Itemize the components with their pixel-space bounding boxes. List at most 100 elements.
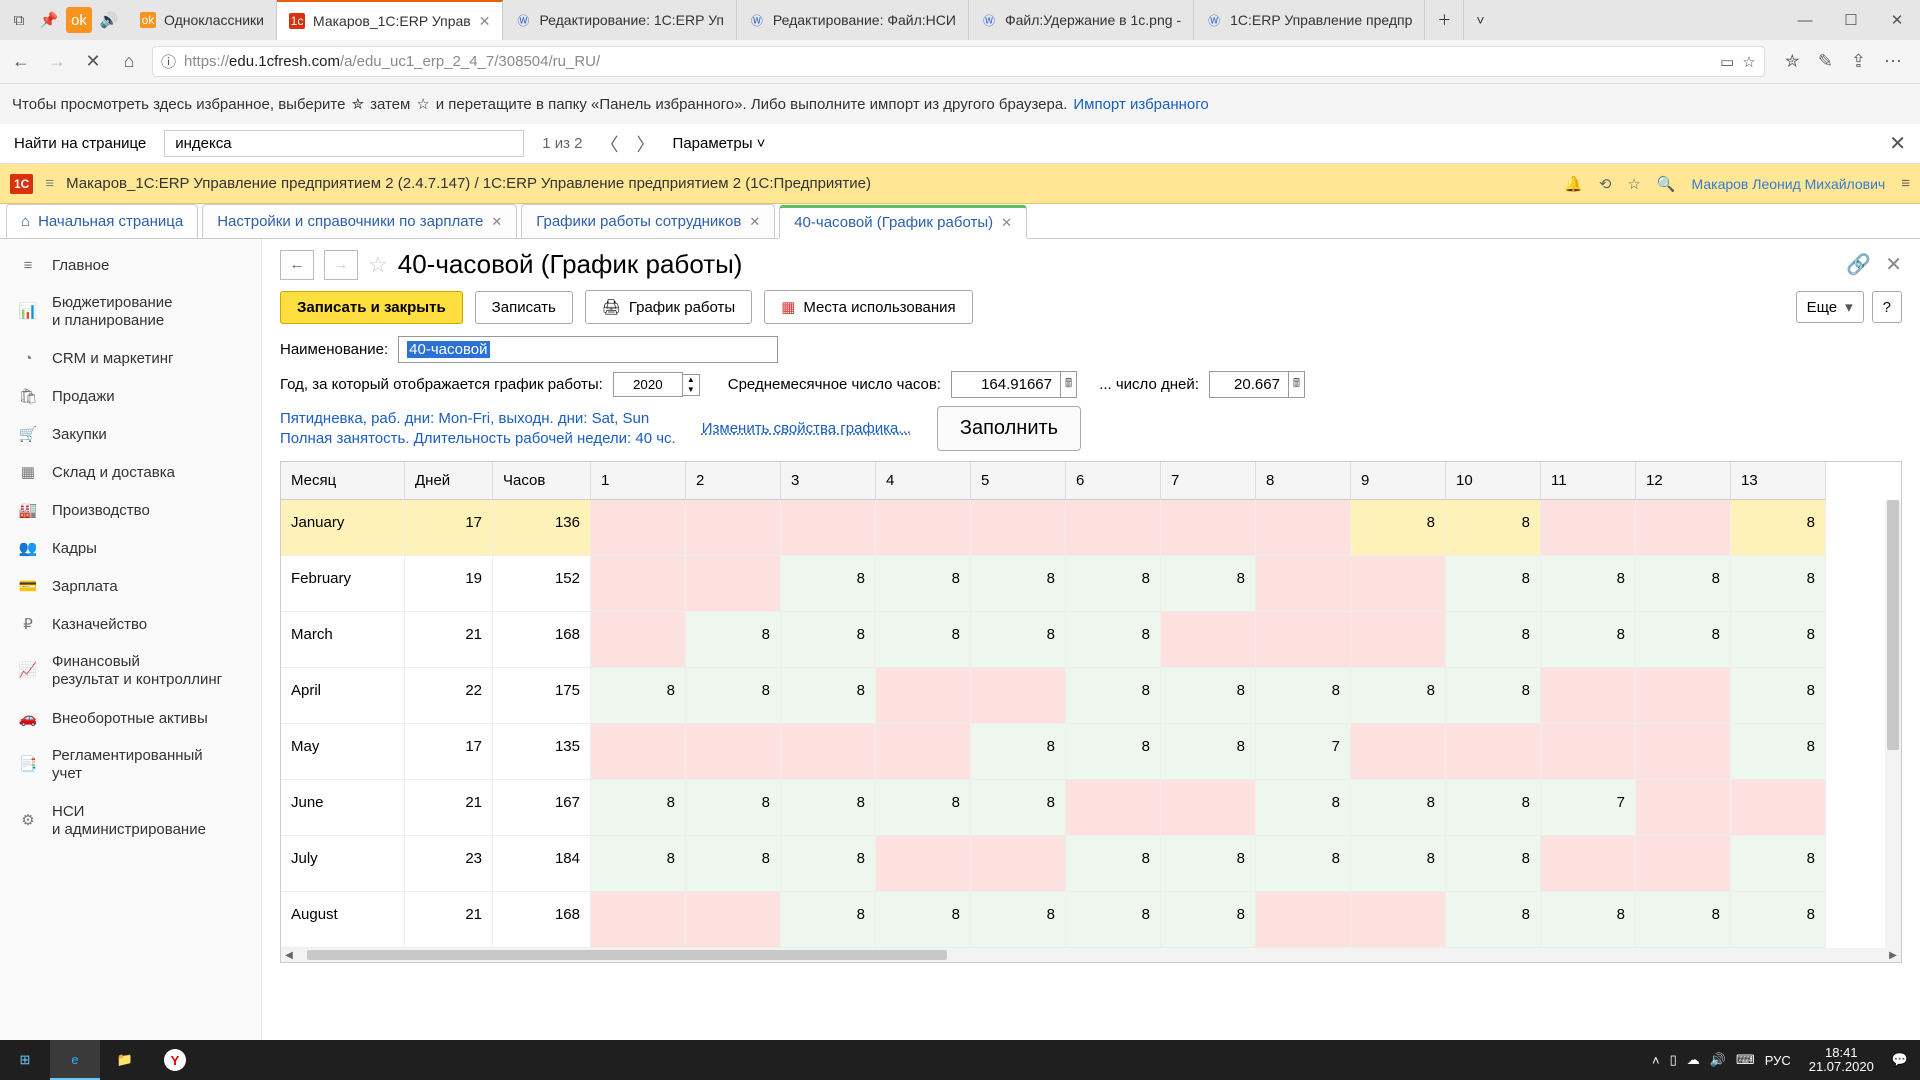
horizontal-scrollbar[interactable]: ◀ ▶ (281, 948, 1901, 962)
close-icon[interactable]: ✕ (749, 214, 760, 230)
grid-header[interactable]: Часов (493, 462, 591, 500)
find-next[interactable]: 〉 (637, 131, 655, 157)
grid-cell[interactable]: 21 (405, 892, 493, 948)
grid-cell[interactable]: 8 (1446, 668, 1541, 724)
win-close-icon[interactable]: ✕ (1874, 0, 1920, 40)
grid-cell[interactable]: 8 (1066, 612, 1161, 668)
grid-cell[interactable]: 21 (405, 780, 493, 836)
grid-cell[interactable]: 8 (971, 780, 1066, 836)
grid-cell[interactable]: March (281, 612, 405, 668)
browser-tab[interactable]: Ⓦ1С:ERP Управление предпр (1194, 0, 1425, 40)
grid-cell[interactable] (1351, 892, 1446, 948)
calc2-icon[interactable]: 🖩 (1289, 371, 1305, 398)
grid-cell[interactable]: 8 (1161, 724, 1256, 780)
grid-cell[interactable]: 184 (493, 836, 591, 892)
grid-cell[interactable]: 8 (876, 892, 971, 948)
menu-icon[interactable]: ≡ (45, 175, 54, 192)
grid-cell[interactable] (1066, 780, 1161, 836)
form-tab[interactable]: Графики работы сотрудников ✕ (521, 204, 775, 238)
year-spinner[interactable]: ▲▼ (683, 374, 700, 396)
grid-cell[interactable] (1351, 612, 1446, 668)
sidebar-item[interactable]: ⚙НСИи администрирование (0, 793, 261, 849)
help-button[interactable]: ? (1872, 291, 1902, 323)
grid-cell[interactable] (1636, 500, 1731, 556)
grid-cell[interactable] (686, 500, 781, 556)
grid-cell[interactable]: 8 (971, 556, 1066, 612)
favorites-icon[interactable]: ✮ (1785, 51, 1800, 72)
grid-cell[interactable] (1066, 500, 1161, 556)
explorer-icon[interactable]: 📁 (100, 1040, 150, 1080)
grid-cell[interactable]: 8 (876, 612, 971, 668)
grid-cell[interactable] (686, 892, 781, 948)
grid-cell[interactable] (686, 724, 781, 780)
close-icon[interactable]: ✕ (491, 214, 502, 230)
tabs-dropdown[interactable]: ˅ (1464, 0, 1496, 40)
grid-cell[interactable] (1636, 780, 1731, 836)
grid-cell[interactable]: 8 (1731, 612, 1826, 668)
sidebar-item[interactable]: ₽Казначейство (0, 605, 261, 643)
grid-header[interactable]: Дней (405, 462, 493, 500)
sidebar-item[interactable]: 🚗Внеоборотные активы (0, 699, 261, 737)
grid-cell[interactable]: 8 (591, 668, 686, 724)
grid-cell[interactable]: 167 (493, 780, 591, 836)
grid-cell[interactable]: 8 (781, 892, 876, 948)
grid-header[interactable]: 12 (1636, 462, 1731, 500)
browser-tab[interactable]: 1cМакаров_1С:ERP Управ✕ (277, 0, 503, 40)
calc-icon[interactable]: 🖩 (1061, 371, 1077, 398)
grid-cell[interactable]: 8 (1066, 668, 1161, 724)
browser-tab[interactable]: ⓌФайл:Удержание в 1с.png - (969, 0, 1194, 40)
grid-cell[interactable] (686, 556, 781, 612)
grid-cell[interactable] (1541, 668, 1636, 724)
search-icon[interactable]: 🔍 (1657, 175, 1676, 193)
grid-cell[interactable]: 22 (405, 668, 493, 724)
grid-cell[interactable] (1161, 500, 1256, 556)
bookmark-star-icon[interactable]: ☆ (1742, 53, 1755, 71)
grid-cell[interactable] (1446, 724, 1541, 780)
link-icon[interactable]: 🔗 (1846, 252, 1871, 277)
grid-cell[interactable]: 8 (686, 612, 781, 668)
grid-cell[interactable]: 8 (971, 724, 1066, 780)
grid-cell[interactable] (1541, 724, 1636, 780)
grid-cell[interactable] (876, 836, 971, 892)
grid-cell[interactable]: 8 (1541, 892, 1636, 948)
grid-cell[interactable]: 8 (1446, 500, 1541, 556)
nav-back[interactable]: ← (280, 250, 314, 280)
grid-cell[interactable]: 8 (591, 836, 686, 892)
grid-cell[interactable]: 8 (1541, 612, 1636, 668)
grid-cell[interactable]: 8 (1351, 500, 1446, 556)
grid-cell[interactable] (1541, 836, 1636, 892)
grid-cell[interactable]: 8 (1066, 836, 1161, 892)
edge-icon[interactable]: e (50, 1040, 100, 1080)
grid-cell[interactable]: 8 (876, 780, 971, 836)
form-tab[interactable]: ⌂Начальная страница (6, 204, 198, 238)
page-close-icon[interactable]: ✕ (1885, 252, 1902, 277)
sound-icon[interactable]: 🔊 (96, 7, 122, 33)
star-icon[interactable]: ☆ (1627, 175, 1640, 193)
grid-cell[interactable]: 8 (781, 556, 876, 612)
grid-cell[interactable] (876, 724, 971, 780)
grid-cell[interactable]: August (281, 892, 405, 948)
grid-cell[interactable]: 8 (1446, 556, 1541, 612)
grid-header[interactable]: 10 (1446, 462, 1541, 500)
grid-cell[interactable]: 8 (686, 780, 781, 836)
sidebar-item[interactable]: 📊Бюджетированиеи планирование (0, 284, 261, 340)
more-button[interactable]: Еще (1796, 291, 1864, 323)
grid-cell[interactable] (1256, 892, 1351, 948)
grid-cell[interactable] (1161, 780, 1256, 836)
grid-cell[interactable]: 8 (1256, 668, 1351, 724)
grid-header[interactable]: 6 (1066, 462, 1161, 500)
sidebar-item[interactable]: 🛒Закупки (0, 415, 261, 453)
save-close-button[interactable]: Записать и закрыть (280, 291, 463, 324)
sidebar-item[interactable]: 📑Регламентированныйучет (0, 737, 261, 793)
bell-icon[interactable]: 🔔 (1564, 175, 1583, 193)
browser-tab[interactable]: okОдноклассники (128, 0, 277, 40)
grid-cell[interactable] (1256, 556, 1351, 612)
grid-cell[interactable]: 8 (1446, 836, 1541, 892)
grid-cell[interactable] (1256, 500, 1351, 556)
grid-cell[interactable]: 7 (1541, 780, 1636, 836)
vertical-scrollbar[interactable] (1885, 500, 1901, 948)
grid-cell[interactable]: 8 (1161, 668, 1256, 724)
more-icon[interactable]: ⋯ (1884, 51, 1902, 72)
grid-cell[interactable] (591, 556, 686, 612)
sidebar-item[interactable]: ≡Главное (0, 247, 261, 284)
